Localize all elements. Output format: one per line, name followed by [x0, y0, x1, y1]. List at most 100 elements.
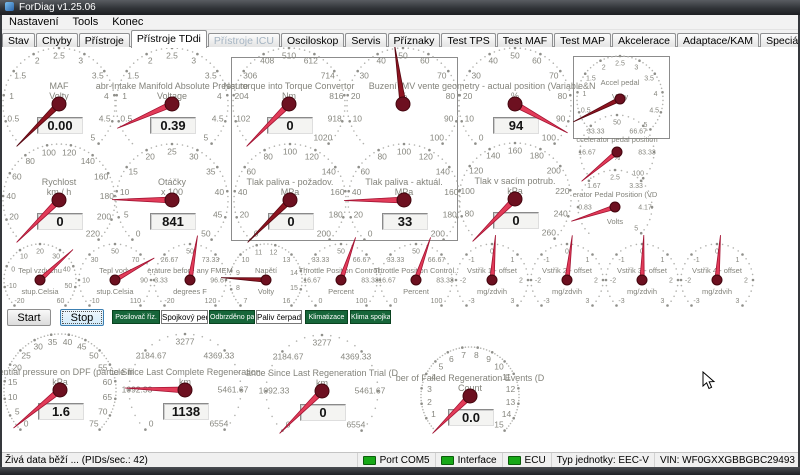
svg-text:180: 180	[100, 191, 114, 201]
tab-priznaky[interactable]: Příznaky	[388, 33, 441, 48]
svg-text:100: 100	[356, 298, 368, 305]
svg-text:1.5: 1.5	[127, 70, 139, 80]
button-odbrzdeno-pa[interactable]: Odbrzděno pa.	[209, 310, 255, 324]
svg-text:15: 15	[8, 377, 18, 387]
tab-pristroje[interactable]: Přístroje	[79, 33, 130, 48]
gauge-name: Vstřik 2 - offset	[542, 266, 592, 275]
svg-text:2: 2	[427, 397, 432, 407]
svg-text:40: 40	[63, 266, 71, 273]
button-klima-spojka[interactable]: Klima spojka	[350, 310, 391, 324]
status-indicator-ecu: ECU	[502, 453, 551, 467]
gauge-needle	[221, 278, 266, 283]
svg-text:5: 5	[91, 132, 96, 142]
gauge-unit: %	[399, 91, 407, 101]
gauge-unit: mg/zdvih	[552, 287, 582, 296]
svg-text:1: 1	[9, 91, 14, 101]
svg-text:30: 30	[33, 342, 43, 352]
svg-text:-20: -20	[14, 298, 24, 305]
svg-text:5: 5	[439, 362, 444, 372]
svg-text:200: 200	[547, 165, 561, 175]
tab-test-tps[interactable]: Test TPS	[441, 33, 495, 48]
svg-text:0: 0	[149, 418, 154, 428]
svg-text:220: 220	[86, 228, 100, 238]
svg-text:4.17: 4.17	[638, 205, 652, 212]
gauge-value-box: 0	[493, 212, 539, 229]
gauge-value-box: 1138	[163, 403, 209, 420]
gauge-unit: km	[316, 378, 328, 388]
svg-text:0: 0	[24, 418, 29, 428]
svg-text:35: 35	[206, 166, 216, 176]
button-stop[interactable]: Stop	[60, 309, 104, 326]
gauge-name: ber of Failed Regeneration Events (D	[396, 373, 545, 383]
svg-text:8: 8	[474, 350, 479, 360]
gauge-unit: stup.Celsia	[21, 287, 58, 296]
svg-text:50: 50	[186, 249, 194, 256]
svg-text:2.5: 2.5	[166, 51, 178, 61]
tab-pristroje-tddi[interactable]: Přístroje TDdi	[131, 30, 207, 48]
tab-servis[interactable]: Servis	[345, 33, 386, 48]
button-klimatizace[interactable]: Klimatizace	[305, 310, 348, 324]
gauge-value-box: 0	[268, 213, 314, 230]
gauge-name: ance Since Last Regeneration Trial (D	[246, 368, 398, 378]
svg-text:20: 20	[145, 152, 155, 162]
tab-adaptace-kam[interactable]: Adaptace/KAM	[677, 33, 759, 48]
tab-test-map[interactable]: Test MAP	[554, 33, 611, 48]
svg-text:10: 10	[465, 113, 475, 123]
gauge-hub	[185, 275, 195, 285]
tab-test-maf[interactable]: Test MAF	[497, 33, 553, 48]
svg-text:40: 40	[488, 56, 498, 66]
tab-pristroje-icu[interactable]: Přístroje ICU	[208, 33, 280, 48]
gauge-value-box: 33	[382, 213, 428, 230]
tab-stav[interactable]: Stav	[2, 33, 35, 48]
button-start[interactable]: Start	[7, 309, 51, 326]
tab-chyby[interactable]: Chyby	[36, 33, 78, 48]
tab-akcelerace[interactable]: Akcelerace	[612, 33, 676, 48]
svg-text:0: 0	[319, 298, 323, 305]
svg-text:3: 3	[78, 56, 83, 66]
svg-text:40: 40	[6, 191, 16, 201]
svg-text:8: 8	[236, 285, 240, 292]
tab-special[interactable]: Speciál	[760, 33, 800, 48]
tab-osciloskop[interactable]: Osciloskop	[281, 33, 344, 48]
svg-text:1092.33: 1092.33	[122, 385, 153, 395]
window-title: ForDiag v1.25.06	[19, 2, 96, 13]
gauge-panel: MAFVolty0.000.511.522.533.544.55abr-Inta…	[0, 47, 800, 452]
svg-text:33.33: 33.33	[312, 257, 330, 264]
svg-text:60: 60	[12, 172, 22, 182]
gauge-value-box: 0.00	[37, 117, 83, 134]
status-indicator-interface: Interface	[435, 453, 502, 467]
svg-text:30: 30	[52, 253, 60, 260]
svg-text:-1: -1	[468, 257, 474, 264]
svg-text:200: 200	[97, 211, 111, 221]
svg-text:4.5: 4.5	[99, 113, 111, 123]
menu-item-tools[interactable]: Tools	[66, 15, 106, 29]
button-spojkovy-ped[interactable]: Spojkový ped.	[161, 310, 208, 324]
title-bar[interactable]: ForDiag v1.25.06	[0, 0, 800, 15]
gauge-name: MAF	[50, 81, 69, 91]
svg-text:1: 1	[122, 91, 127, 101]
menu-item-konec[interactable]: Konec	[105, 15, 150, 29]
gauge-unit: %	[614, 153, 621, 162]
button-posilovac-riz[interactable]: Posilovač říz.	[112, 310, 160, 324]
svg-text:4.5: 4.5	[212, 113, 224, 123]
svg-text:-3: -3	[543, 298, 549, 305]
svg-text:0.5: 0.5	[120, 113, 132, 123]
svg-text:2184.67: 2184.67	[273, 352, 304, 362]
svg-text:3: 3	[511, 298, 515, 305]
gauge-name: Vstřik 3 - offset	[617, 266, 667, 275]
svg-text:25: 25	[167, 147, 177, 157]
status-vin: VIN: WF0GXXGBBGBC29493	[654, 453, 800, 467]
svg-text:20: 20	[9, 211, 19, 221]
svg-text:50: 50	[111, 249, 119, 256]
gauge-hub	[487, 275, 497, 285]
svg-text:30: 30	[189, 152, 199, 162]
menu-item-nastaveni[interactable]: Nastavení	[2, 15, 66, 29]
gauge-hub	[610, 202, 620, 212]
button-paliv-cerpadlo[interactable]: Paliv čerpadlo	[256, 310, 302, 324]
svg-text:120: 120	[62, 148, 76, 158]
status-bar: Živá data běží ... (PIDs/sec.: 42) Port …	[0, 452, 800, 467]
svg-text:50: 50	[412, 249, 420, 256]
gauge-name: ce Since Last Complete Regeneration	[109, 367, 261, 377]
gauge-value-box: 94	[493, 117, 539, 134]
gauge-unit: kPa	[507, 186, 523, 196]
